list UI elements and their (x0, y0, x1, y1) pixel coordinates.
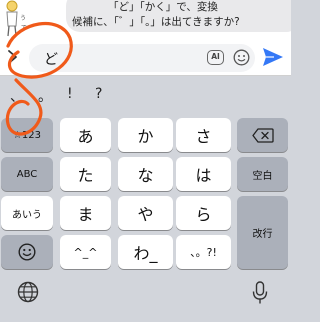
key-ra[interactable]: ら (176, 196, 231, 230)
message-bubble: 「ど」「かく」で、変換 候補に、「゛」「。」は出てきますか? (66, 0, 291, 32)
key-ka[interactable]: か (118, 118, 173, 152)
key-kaomoji[interactable]: ^_^ (60, 235, 111, 269)
key-kana[interactable]: あいう (1, 196, 53, 230)
key-emoji[interactable] (1, 235, 53, 269)
delete-icon (251, 127, 274, 143)
key-kaomoji-label: ^_^ (73, 245, 98, 259)
key-ta[interactable]: た (60, 157, 111, 191)
key-wa[interactable]: わ_ (118, 235, 173, 269)
suggestion-exclamation[interactable]: ! (67, 86, 73, 102)
key-return[interactable]: 改行 (237, 196, 288, 269)
key-a[interactable]: あ (60, 118, 111, 152)
key-space[interactable]: 空白 (237, 157, 288, 191)
key-ha[interactable]: は (176, 157, 231, 191)
microphone-icon[interactable] (252, 281, 268, 305)
mascot-icon: う て (6, 0, 27, 37)
key-punctuation-label: 、。?! (190, 246, 217, 259)
key-abc[interactable]: ABC (1, 157, 53, 191)
message-input[interactable]: ど AI (29, 44, 255, 72)
svg-text:て: て (21, 25, 27, 32)
globe-icon[interactable] (17, 281, 39, 303)
emoji-icon[interactable] (233, 49, 250, 66)
message-line-1: 「ど」「かく」で、変換 (108, 1, 218, 13)
chat-area: 「ど」「かく」で、変換 候補に、「゛」「。」は出てきますか? う て (0, 0, 291, 38)
ai-button[interactable]: AI (207, 50, 224, 65)
suggestion-period[interactable]: 。 (38, 86, 52, 106)
key-symbols[interactable]: ☆123 (1, 118, 53, 152)
key-punctuation[interactable]: 、。?! (176, 235, 231, 269)
typed-text: ど (44, 52, 58, 68)
key-ma[interactable]: ま (60, 196, 111, 230)
suggestion-question[interactable]: ? (95, 86, 102, 102)
key-sa[interactable]: さ (176, 118, 231, 152)
key-ya[interactable]: や (118, 196, 173, 230)
message-line-2: 候補に、「゛」「。」は出てきますか? (72, 16, 240, 28)
key-delete[interactable] (237, 118, 288, 152)
suggestion-bar: 、 。 ! ? (0, 78, 291, 114)
send-icon[interactable] (262, 47, 284, 67)
chevron-right-icon[interactable] (3, 46, 23, 68)
svg-text:う: う (20, 15, 26, 22)
message-input-bar: ど AI (0, 38, 291, 76)
key-na[interactable]: な (118, 157, 173, 191)
emoji-keyboard-icon (18, 243, 36, 261)
suggestion-comma[interactable]: 、 (10, 86, 24, 106)
